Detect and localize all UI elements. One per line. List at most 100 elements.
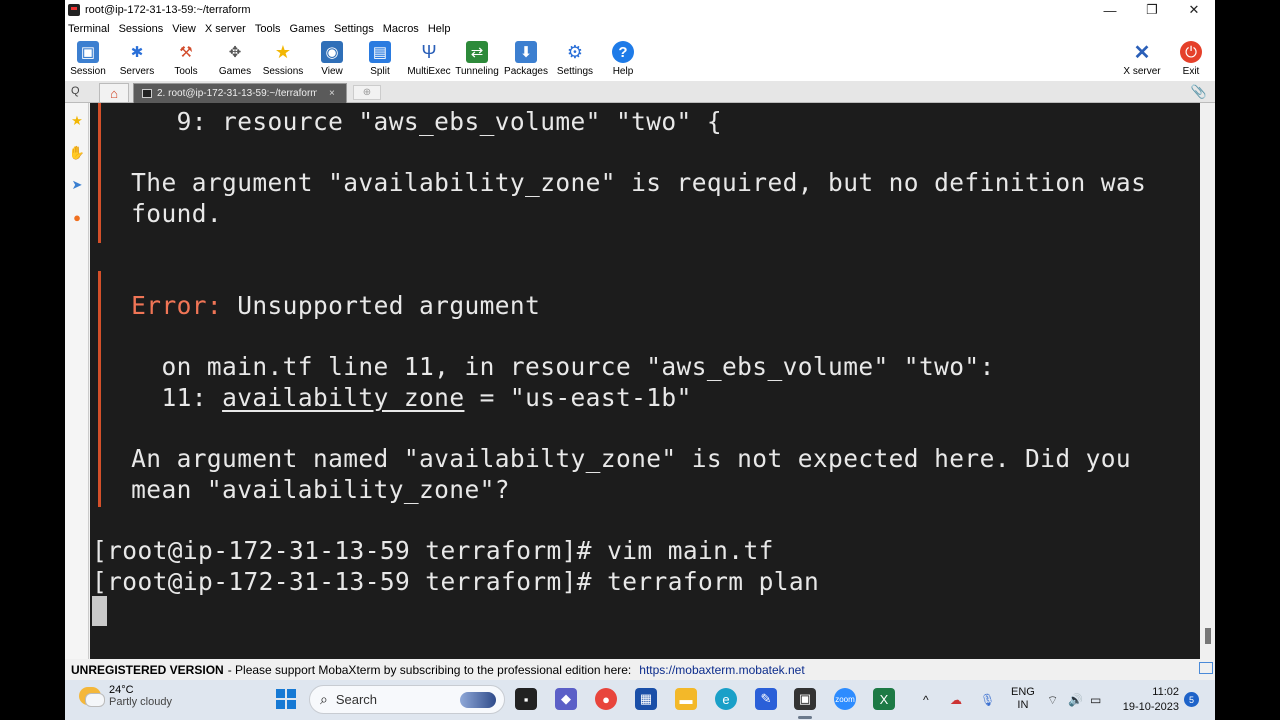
volume-icon[interactable]: 🔊 bbox=[1068, 680, 1083, 720]
menu-terminal[interactable]: Terminal bbox=[65, 20, 116, 39]
tray-chevron-icon[interactable]: ^ bbox=[923, 680, 929, 720]
error-block-bar bbox=[98, 271, 101, 507]
toolbar-settings-button[interactable]: ⚙ Settings bbox=[550, 39, 600, 81]
toolbar-session-button[interactable]: ▣ Session bbox=[65, 39, 113, 81]
teams-icon[interactable]: ◆ bbox=[555, 688, 577, 710]
excel-icon[interactable]: X bbox=[873, 688, 895, 710]
mobaxterm-window: root@ip-172-31-13-59:~/terraform — ❐ ✕ T… bbox=[65, 0, 1215, 680]
plus-icon: ⊕ bbox=[362, 87, 372, 98]
store-icon[interactable]: ▦ bbox=[635, 688, 657, 710]
split-icon: ▤ bbox=[369, 41, 391, 63]
toolbar-multiexec-button[interactable]: Ψ MultiExec bbox=[404, 39, 454, 81]
error-title: Unsupported argument bbox=[222, 291, 541, 320]
right-letterbox bbox=[1215, 0, 1280, 720]
minimize-button[interactable]: — bbox=[1089, 0, 1131, 20]
menu-help[interactable]: Help bbox=[425, 20, 457, 39]
menu-macros[interactable]: Macros bbox=[380, 20, 425, 39]
taskbar-clock[interactable]: 11:02 19-10-2023 bbox=[1119, 685, 1179, 715]
edge-icon[interactable]: e bbox=[715, 688, 737, 710]
mobatek-link[interactable]: https://mobaxterm.mobatek.net bbox=[639, 663, 804, 677]
toolbar-games-button[interactable]: ✥ Games bbox=[210, 39, 260, 81]
attribute-underlined: availabilty_zone bbox=[222, 383, 465, 412]
search-highlight-icon bbox=[460, 692, 496, 708]
paperclip-icon[interactable]: 📎 bbox=[1191, 84, 1207, 100]
shell-prompt-line: [root@ip-172-31-13-59 terraform]# terraf… bbox=[92, 567, 820, 596]
chrome-icon[interactable]: ● bbox=[595, 688, 617, 710]
home-icon: ⌂ bbox=[110, 85, 118, 101]
session-tab-bar: Q ⌂ 2. root@ip-172-31-13-59:~/terraform … bbox=[65, 81, 1215, 103]
zoom-icon[interactable]: zoom bbox=[834, 688, 856, 710]
new-tab-button[interactable]: ⊕ bbox=[353, 85, 381, 100]
tab-label: 2. root@ip-172-31-13-59:~/terraform bbox=[157, 88, 317, 99]
toolbar-label: Session bbox=[70, 66, 106, 77]
menu-tools[interactable]: Tools bbox=[252, 20, 287, 39]
toolbar-view-button[interactable]: ◉ View bbox=[307, 39, 357, 81]
home-tab[interactable]: ⌂ bbox=[99, 83, 129, 102]
terminal-line: on main.tf line 11, in resource "aws_ebs… bbox=[116, 352, 995, 381]
battery-icon[interactable]: ▭ bbox=[1090, 680, 1101, 720]
toolbar-xserver-button[interactable]: ✕ X server bbox=[1117, 39, 1167, 81]
toolbar-servers-button[interactable]: ✱ Servers bbox=[112, 39, 162, 81]
unregistered-label: UNREGISTERED VERSION bbox=[71, 662, 224, 677]
menu-x-server[interactable]: X server bbox=[202, 20, 252, 39]
windows-taskbar: 24°C Partly cloudy ⌕ Search ▪ ◆ ● ▦ ▬ e … bbox=[65, 680, 1215, 720]
weather-widget[interactable]: 24°C Partly cloudy bbox=[79, 684, 172, 708]
menu-view[interactable]: View bbox=[169, 20, 202, 39]
maximize-button[interactable]: ❐ bbox=[1131, 0, 1173, 20]
toolbar-tools-button[interactable]: ⚒ Tools bbox=[161, 39, 211, 81]
toolbar-label: Servers bbox=[119, 66, 155, 77]
tab-close-icon[interactable]: × bbox=[329, 88, 335, 99]
toolbar-label: MultiExec bbox=[407, 66, 451, 77]
toolbar-label: Sessions bbox=[262, 66, 304, 77]
toolbar-label: Help bbox=[612, 66, 634, 77]
terminal-scrollbar[interactable] bbox=[1200, 103, 1215, 659]
toolbar-label: Settings bbox=[556, 66, 594, 77]
close-window-button[interactable]: ✕ bbox=[1173, 0, 1215, 20]
windows-start-icon[interactable] bbox=[276, 689, 296, 709]
games-icon: ✥ bbox=[228, 44, 242, 61]
toolbar: ▣ Session ✱ Servers ⚒ Tools ✥ Games ★ Se… bbox=[65, 39, 1215, 81]
mobaxterm-taskbar-icon[interactable]: ▣ bbox=[794, 688, 816, 710]
sftp-icon[interactable]: ● bbox=[69, 209, 85, 225]
terminal-icon bbox=[142, 89, 152, 98]
left-letterbox bbox=[0, 0, 65, 720]
menu-settings[interactable]: Settings bbox=[331, 20, 380, 39]
toolbar-split-button[interactable]: ▤ Split bbox=[355, 39, 405, 81]
wifi-icon[interactable]: ⌔ bbox=[1047, 680, 1058, 720]
tools-icon[interactable]: ✋ bbox=[69, 145, 85, 161]
tunneling-icon: ⇄ bbox=[466, 41, 488, 63]
taskbar-search-box[interactable]: ⌕ Search bbox=[309, 685, 505, 714]
sessions-star-icon[interactable]: ★ bbox=[69, 113, 85, 129]
toolbar-help-button[interactable]: ? Help bbox=[598, 39, 648, 81]
toolbar-label: Exit bbox=[1182, 66, 1200, 77]
terminal-line: mean "availability_zone"? bbox=[116, 475, 510, 504]
tray-app-icon[interactable]: ☁ bbox=[950, 680, 962, 720]
task-view-icon[interactable]: ▪ bbox=[515, 688, 537, 710]
menu-sessions[interactable]: Sessions bbox=[116, 20, 170, 39]
terminal-line: found. bbox=[116, 199, 223, 228]
left-sidebar: ★ ✋ ➤ ● bbox=[65, 103, 89, 659]
macros-icon[interactable]: ➤ bbox=[69, 177, 85, 193]
microphone-icon[interactable]: 🎙 bbox=[980, 680, 995, 720]
app-icon[interactable]: ✎ bbox=[755, 688, 777, 710]
toolbar-sessions-button[interactable]: ★ Sessions bbox=[258, 39, 308, 81]
tab-terminal-session[interactable]: 2. root@ip-172-31-13-59:~/terraform × bbox=[133, 83, 347, 103]
menu-games[interactable]: Games bbox=[287, 20, 331, 39]
scrollbar-thumb[interactable] bbox=[1205, 628, 1211, 644]
session-icon: ▣ bbox=[77, 41, 99, 63]
notification-badge[interactable]: 5 bbox=[1184, 692, 1199, 707]
toolbar-tunneling-button[interactable]: ⇄ Tunneling bbox=[452, 39, 502, 81]
search-icon[interactable]: Q bbox=[71, 85, 80, 97]
toolbar-exit-button[interactable]: ⏻ Exit bbox=[1166, 39, 1215, 81]
attribute-value: = "us-east-1b" bbox=[464, 383, 692, 412]
monitor-icon[interactable] bbox=[1199, 662, 1213, 674]
language-indicator[interactable]: ENG IN bbox=[1011, 686, 1035, 712]
file-explorer-icon[interactable]: ▬ bbox=[675, 688, 697, 710]
multiexec-icon: Ψ bbox=[421, 41, 437, 62]
language-code: ENG bbox=[1011, 686, 1035, 698]
sessions-star-icon: ★ bbox=[274, 41, 292, 62]
line-number: 11: bbox=[116, 383, 223, 412]
toolbar-label: Tunneling bbox=[455, 66, 499, 77]
terminal-output[interactable]: 9: resource "aws_ebs_volume" "two" { The… bbox=[90, 103, 1200, 659]
toolbar-packages-button[interactable]: ⬇ Packages bbox=[501, 39, 551, 81]
